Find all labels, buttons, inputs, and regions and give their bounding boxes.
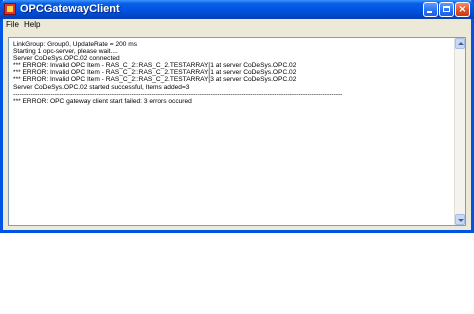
log-separator: ----------------------------------------… bbox=[13, 90, 343, 98]
menu-bar: File Help bbox=[3, 19, 471, 31]
log-line: *** ERROR: Invalid OPC Item - RAS_C_2::R… bbox=[13, 62, 297, 70]
log-line: *** ERROR: Invalid OPC Item - RAS_C_2::R… bbox=[13, 76, 297, 84]
close-icon: × bbox=[458, 4, 467, 15]
scroll-down-button[interactable] bbox=[455, 214, 465, 225]
log-line: Server CoDeSys.OPC.02 started successful… bbox=[13, 83, 190, 91]
title-bar[interactable]: OPCGatewayClient × bbox=[0, 0, 474, 19]
minimize-icon bbox=[427, 11, 432, 13]
minimize-button[interactable] bbox=[423, 2, 438, 17]
menu-help[interactable]: Help bbox=[21, 19, 43, 31]
vertical-scrollbar[interactable] bbox=[454, 38, 465, 225]
log-panel[interactable]: LinkGroup: Group0, UpdateRate = 200 ms S… bbox=[8, 37, 466, 226]
close-button[interactable]: × bbox=[455, 2, 470, 17]
app-window: OPCGatewayClient × File Help LinkGroup: … bbox=[0, 0, 474, 233]
scroll-down-arrow-icon bbox=[458, 219, 464, 222]
maximize-icon bbox=[443, 6, 450, 12]
log-line: *** ERROR: OPC gateway client start fail… bbox=[13, 97, 192, 105]
log-line: *** ERROR: Invalid OPC Item - RAS_C_2::R… bbox=[13, 69, 297, 77]
scroll-up-button[interactable] bbox=[455, 38, 465, 49]
menu-file[interactable]: File bbox=[3, 19, 22, 31]
log-line: Starting 1 opc-server, please wait.... bbox=[13, 48, 118, 56]
window-title: OPCGatewayClient bbox=[20, 3, 120, 15]
maximize-button[interactable] bbox=[439, 2, 454, 17]
log-line: Server CoDeSys.OPC.02 connected bbox=[13, 55, 120, 63]
log-output[interactable]: LinkGroup: Group0, UpdateRate = 200 ms S… bbox=[9, 38, 454, 225]
scroll-up-arrow-icon bbox=[458, 42, 464, 45]
log-line: LinkGroup: Group0, UpdateRate = 200 ms bbox=[13, 41, 138, 48]
app-icon[interactable] bbox=[4, 3, 16, 15]
